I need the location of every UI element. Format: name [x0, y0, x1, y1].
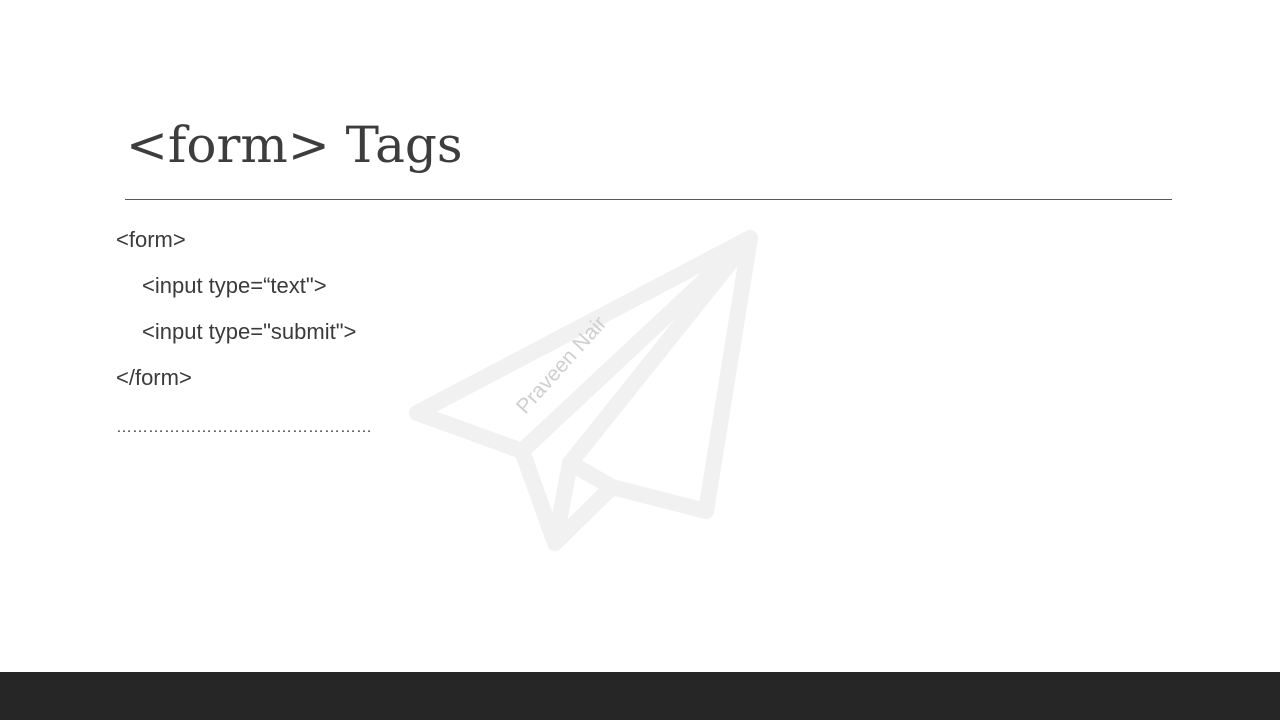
title-divider: [125, 199, 1172, 200]
slide: Praveen Nair <form> Tags <form> <input t…: [0, 0, 1280, 720]
footer-bar: [0, 672, 1280, 720]
code-line-form-open: <form>: [116, 227, 186, 252]
code-line-form-close: </form>: [116, 365, 192, 390]
code-lines: <form> <input type=“text"> <input type="…: [116, 224, 356, 408]
code-line-input-submit: <input type="submit">: [142, 319, 357, 344]
paper-plane-icon: [409, 230, 758, 551]
slide-title: <form> Tags: [126, 116, 463, 174]
dotted-line: …………………………………………: [116, 419, 372, 436]
code-line-input-text: <input type=“text">: [142, 273, 327, 298]
